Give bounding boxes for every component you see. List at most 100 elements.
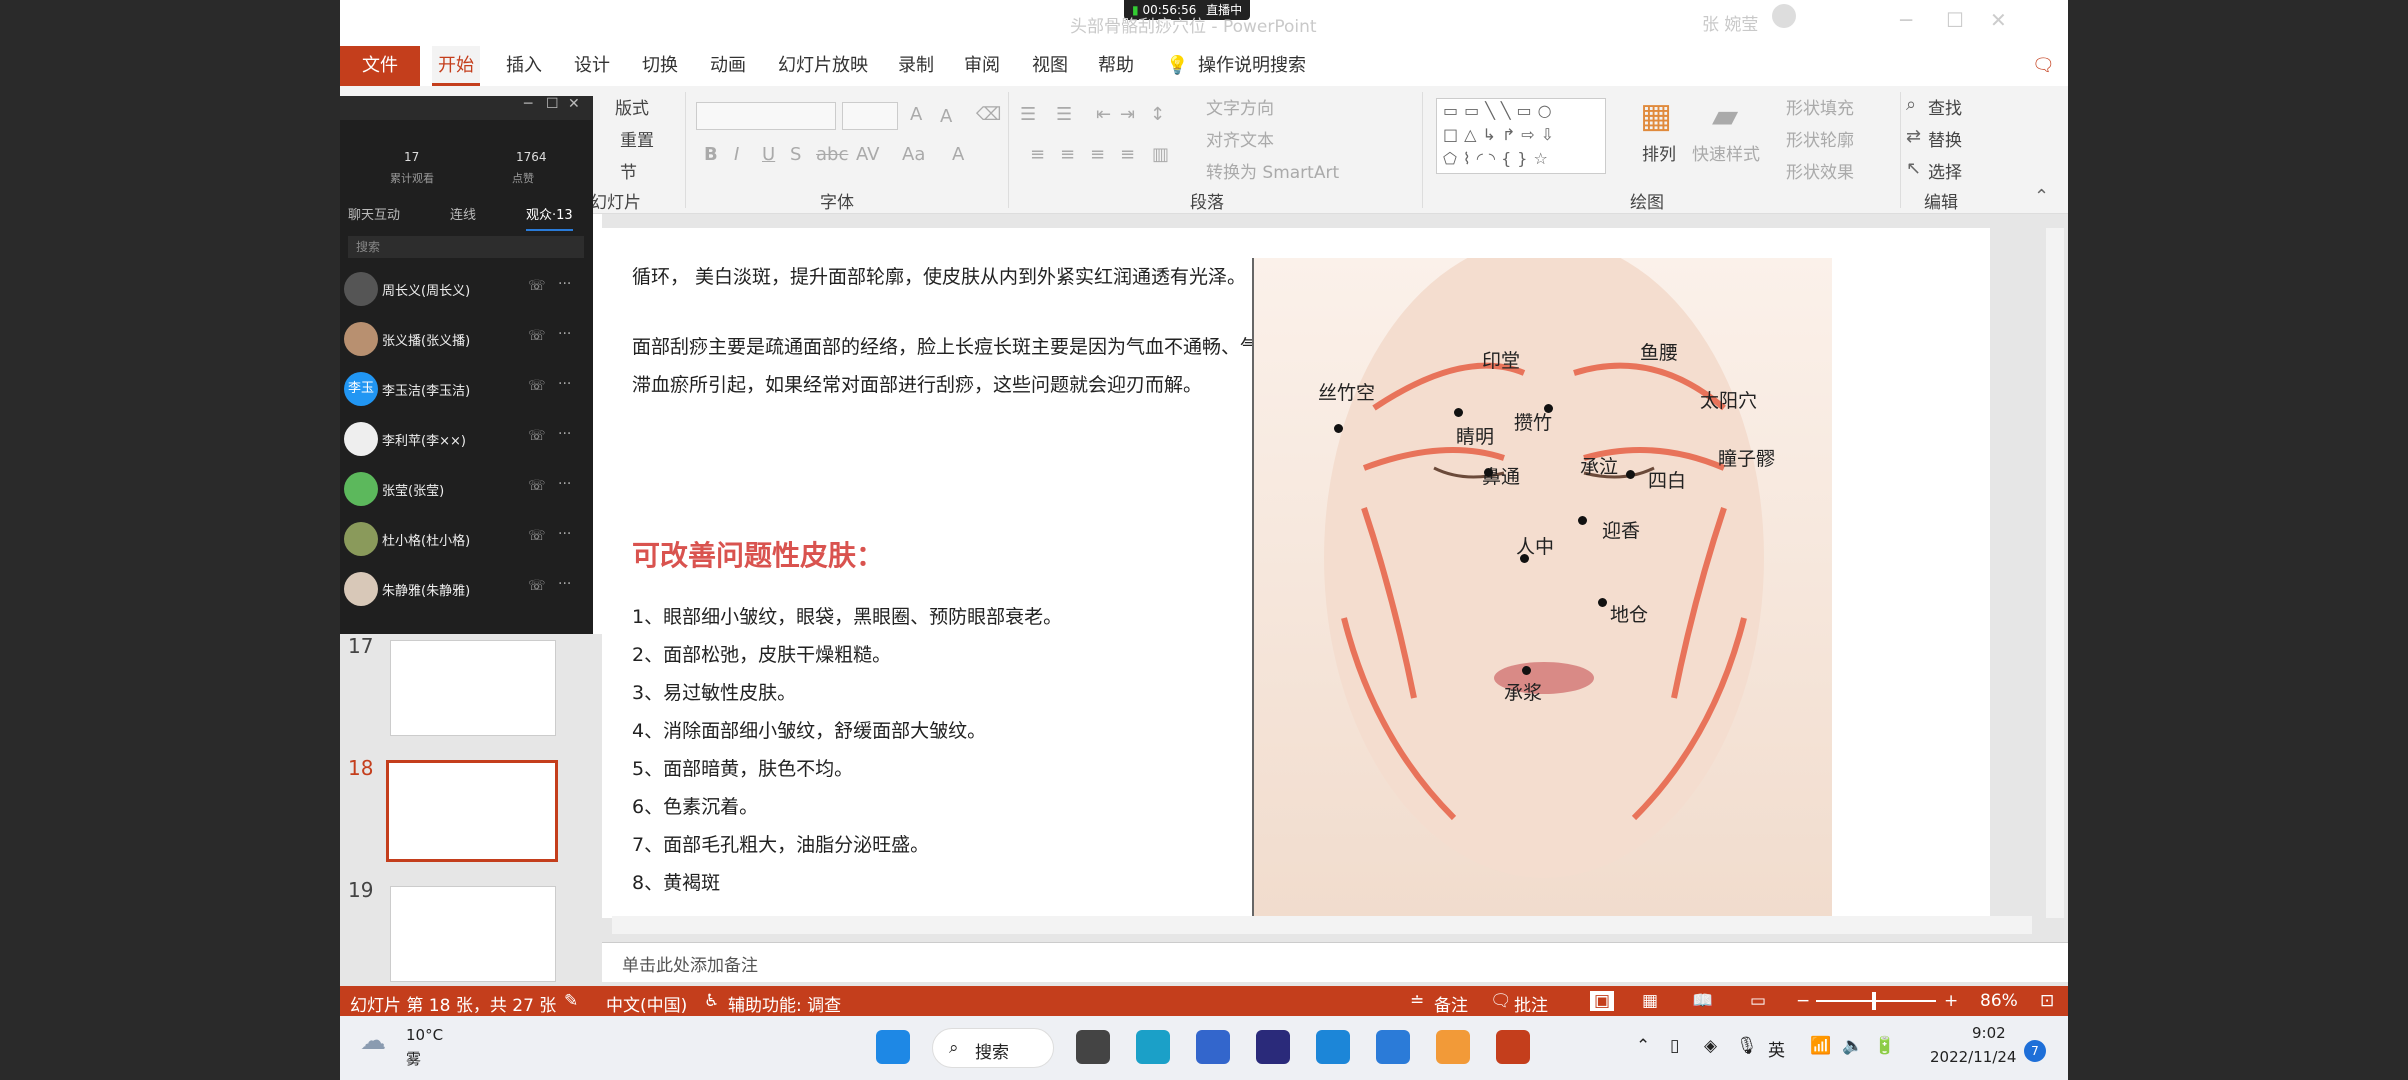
strikethrough-icon[interactable]: abc [816,144,848,165]
tab-review[interactable]: 审阅 [958,46,1006,86]
notes-icon[interactable]: ≐ [1410,991,1424,1011]
volume-icon[interactable]: 🔈 [1842,1036,1863,1056]
reset-button[interactable]: 重置 [620,126,654,151]
ime-indicator[interactable]: 英 [1768,1036,1785,1061]
slide-canvas[interactable]: 循环， 美白淡斑，提升面部轮廓，使皮肤从内到外紧实红润通透有光泽。 面部刮痧主要… [602,228,1990,918]
mic-icon[interactable]: ☏ [528,328,546,344]
slide-sorter-icon[interactable]: ▦ [1642,991,1658,1011]
layout-button[interactable]: 版式 [615,94,649,119]
vertical-scrollbar[interactable] [2046,228,2064,918]
shape-effects-button[interactable]: 形状效果 [1786,158,1854,183]
char-spacing-icon[interactable]: AV [856,144,879,165]
list-item[interactable]: 朱静雅(朱静雅) ☏ ··· [340,562,593,612]
tab-animations[interactable]: 动画 [704,46,752,86]
normal-view-icon[interactable]: ▣ [1590,991,1615,1011]
powerpoint-icon[interactable] [1496,1030,1530,1064]
zoom-slider-thumb[interactable] [1872,992,1876,1010]
maximize-icon[interactable]: ☐ [1946,8,1964,32]
numbering-icon[interactable]: ☰ [1056,104,1072,125]
slide-thumbnail[interactable] [390,886,556,982]
audience-search-input[interactable]: 搜索 [348,236,584,258]
spellcheck-icon[interactable]: ✎ [564,991,578,1011]
list-item[interactable]: 张义播(张义播) ☏ ··· [340,312,593,362]
slide-paragraph[interactable]: 面部刮痧主要是疏通面部的经络，脸上长痘长斑主要是因为气血不通畅、气 [632,328,1352,366]
slideshow-icon[interactable]: ▭ [1750,991,1766,1011]
zoom-out-icon[interactable]: − [1796,991,1810,1011]
replace-button[interactable]: 替换 [1928,126,1962,151]
tab-transitions[interactable]: 切换 [636,46,684,86]
slide-paragraph[interactable]: 滞血瘀所引起，如果经常对面部进行刮痧，这些问题就会迎刃而解。 [632,366,1352,404]
section-button[interactable]: 节 [620,158,637,183]
tab-connect[interactable]: 连线 [450,204,476,223]
more-icon[interactable]: ··· [558,576,571,592]
collapse-ribbon-icon[interactable]: ⌃ [2034,186,2049,207]
mic-icon[interactable]: ☏ [528,378,546,394]
weather-icon[interactable]: ☁ [360,1026,386,1056]
justify-icon[interactable]: ≡ [1120,144,1135,165]
task-view-icon[interactable] [1076,1030,1110,1064]
align-center-icon[interactable]: ≡ [1060,144,1075,165]
align-right-icon[interactable]: ≡ [1090,144,1105,165]
list-item[interactable]: 8、黄褐斑 [632,868,720,895]
close-icon[interactable]: ✕ [568,96,580,112]
tab-chat[interactable]: 聊天互动 [348,204,400,223]
minimize-icon[interactable]: ─ [1900,8,1912,32]
comments-button[interactable]: 批注 [1514,991,1548,1016]
tab-view[interactable]: 视图 [1026,46,1074,86]
replace-icon[interactable]: ⇄ [1906,126,1921,147]
mic-icon[interactable]: 🎙 [1736,1036,1758,1056]
slide-paragraph[interactable]: 循环， 美白淡斑，提升面部轮廓，使皮肤从内到外紧实红润通透有光泽。 [632,258,1352,296]
increase-indent-icon[interactable]: ⇥ [1120,104,1135,125]
mic-icon[interactable]: ☏ [528,578,546,594]
more-icon[interactable]: ··· [558,276,571,292]
columns-icon[interactable]: ▥ [1152,144,1169,165]
windows-start-icon[interactable] [876,1030,910,1064]
list-item[interactable]: 2、面部松弛，皮肤干燥粗糙。 [632,640,891,667]
clock-time[interactable]: 9:02 [1972,1024,2006,1042]
notes-placeholder[interactable]: 单击此处添加备注 [622,951,758,976]
store-icon[interactable] [1196,1030,1230,1064]
mic-icon[interactable]: ☏ [528,478,546,494]
shapes-gallery[interactable]: ▭▭╲╲▭○ □△↳↱⇨⇩ ⬠⌇◜◝{}☆ [1436,98,1606,174]
list-item[interactable]: 6、色素沉着。 [632,792,758,819]
clear-format-icon[interactable]: ⌫ [976,104,1001,125]
italic-icon[interactable]: I [734,144,739,165]
grow-font-icon[interactable]: A [910,104,922,125]
bold-icon[interactable]: B [704,144,718,165]
mic-icon[interactable]: ☏ [528,428,546,444]
list-item[interactable]: 杜小格(杜小格) ☏ ··· [340,512,593,562]
edge-icon[interactable] [1136,1030,1170,1064]
zoom-slider[interactable] [1816,1000,1936,1002]
slide-heading[interactable]: 可改善问题性皮肤： [632,534,884,574]
app-icon[interactable] [1316,1030,1350,1064]
list-item[interactable]: 1、眼部细小皱纹，眼袋，黑眼圈、预防眼部衰老。 [632,602,1062,629]
find-icon[interactable]: ⌕ [1906,94,1916,115]
tab-insert[interactable]: 插入 [500,46,548,86]
maximize-icon[interactable]: ☐ [546,96,559,112]
font-size-combo[interactable] [842,102,898,130]
decrease-indent-icon[interactable]: ⇤ [1096,104,1111,125]
shape-fill-button[interactable]: 形状填充 [1786,94,1854,119]
comments-icon[interactable]: 🗨 [1490,991,1512,1011]
tab-design[interactable]: 设计 [568,46,616,86]
bullets-icon[interactable]: ☰ [1020,104,1036,125]
mic-icon[interactable]: ☏ [528,528,546,544]
line-spacing-icon[interactable]: ↕ [1150,104,1165,125]
list-item[interactable]: 4、消除面部细小皱纹，舒缓面部大皱纹。 [632,716,986,743]
zoom-in-icon[interactable]: + [1944,991,1958,1011]
shrink-font-icon[interactable]: A [940,106,952,127]
minimize-icon[interactable]: ─ [524,96,532,112]
tab-slideshow[interactable]: 幻灯片放映 [772,46,874,86]
list-item[interactable]: 周长义(周长义) ☏ ··· [340,262,593,312]
list-item[interactable]: 李利苹(李××) ☏ ··· [340,412,593,462]
notes-button[interactable]: 备注 [1434,991,1468,1016]
tab-help[interactable]: 帮助 [1092,46,1140,86]
list-item[interactable]: 李玉 李玉洁(李玉洁) ☏ ··· [340,362,593,412]
shape-outline-button[interactable]: 形状轮廓 [1786,126,1854,151]
shield-icon[interactable]: ◈ [1704,1036,1717,1056]
user-name[interactable]: 张 婉莹 [1702,10,1758,35]
horizontal-scrollbar[interactable] [612,916,2032,934]
tray-chevron-icon[interactable]: ⌃ [1636,1036,1650,1056]
face-acupoint-image[interactable]: 印堂 鱼腰 丝竹空 太阳穴 攒竹 睛明 瞳子髎 鼻通 承泣 四白 迎香 人中 地… [1252,238,1832,918]
font-color-icon[interactable]: A [952,144,964,165]
